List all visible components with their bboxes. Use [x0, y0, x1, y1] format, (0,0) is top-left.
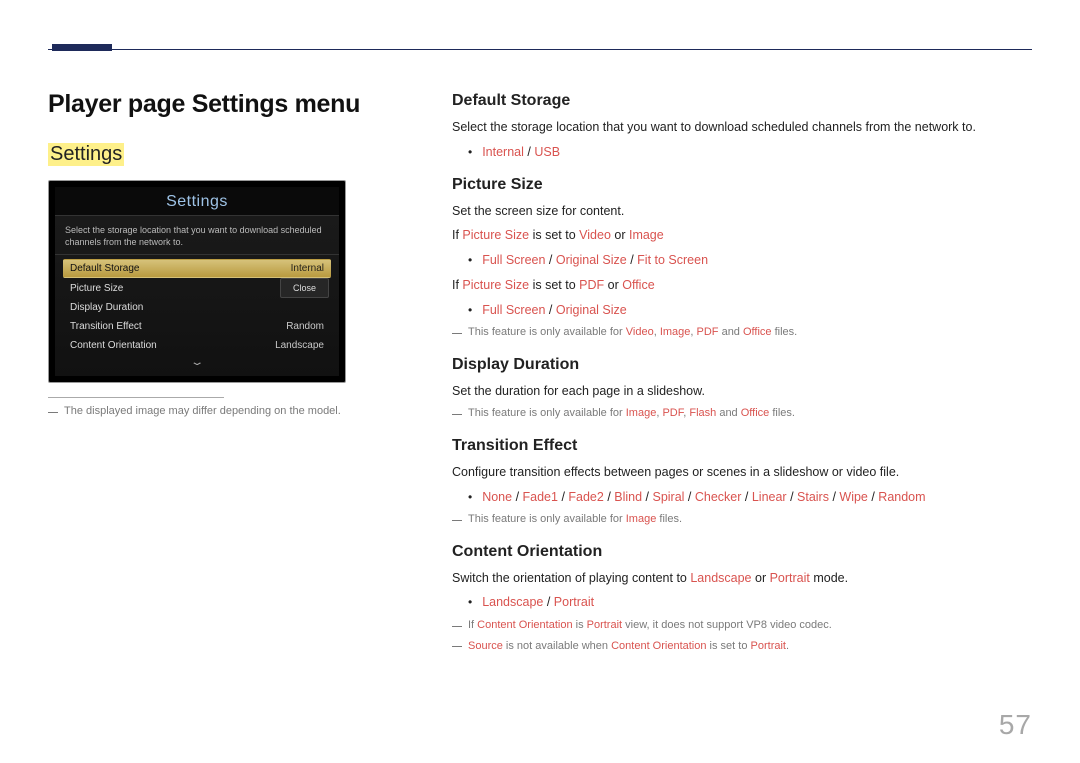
opt-landscape: Landscape: [482, 595, 543, 609]
heading-content-orientation: Content Orientation: [452, 543, 1032, 561]
tv-close-button: Close: [280, 278, 329, 298]
opt-fade1: Fade1: [523, 490, 558, 504]
tv-settings-title: Settings: [55, 187, 339, 215]
opt-original-size: Original Size: [556, 253, 627, 267]
tv-row-content-orientation: Content Orientation Landscape: [63, 336, 331, 355]
desc-picture-size: Set the screen size for content.: [452, 202, 1032, 221]
dash-icon: [452, 325, 462, 341]
note-transition-effect: This feature is only available for Image…: [452, 512, 1032, 528]
section-transition-effect: Transition Effect Configure transition e…: [452, 437, 1032, 529]
cond-picture-size-pdf-office: If Picture Size is set to PDF or Office: [452, 276, 1032, 295]
tv-row-label: Default Storage: [70, 263, 140, 274]
options-content-orientation: • Landscape / Portrait: [468, 593, 1032, 612]
heading-default-storage: Default Storage: [452, 92, 1032, 110]
opt-internal: Internal: [482, 145, 524, 159]
page-title: Player page Settings menu: [48, 90, 408, 119]
opt-linear: Linear: [752, 490, 787, 504]
opt-fade2: Fade2: [568, 490, 603, 504]
bullet-icon: •: [468, 593, 472, 612]
opt-spiral: Spiral: [652, 490, 684, 504]
opt-stairs: Stairs: [797, 490, 829, 504]
opt-none: None: [482, 490, 512, 504]
tv-row-value: Internal: [291, 263, 324, 274]
opt-wipe: Wipe: [839, 490, 867, 504]
opt-portrait: Portrait: [554, 595, 594, 609]
opt-original-size: Original Size: [556, 303, 627, 317]
dash-icon: [452, 406, 462, 422]
heading-transition-effect: Transition Effect: [452, 437, 1032, 455]
dash-icon: [48, 404, 58, 420]
tv-row-label: Display Duration: [70, 302, 143, 313]
options-transition-effect: • None / Fade1 / Fade2 / Blind / Spiral …: [468, 488, 1032, 507]
figure-disclaimer: The displayed image may differ depending…: [48, 404, 408, 420]
bullet-icon: •: [468, 251, 472, 270]
note-picture-size: This feature is only available for Video…: [452, 325, 1032, 341]
tv-row-value: Random: [286, 321, 324, 332]
opt-blind: Blind: [614, 490, 642, 504]
tv-row-picture-size: Picture Size: [63, 278, 280, 298]
left-column: Player page Settings menu Settings Setti…: [48, 90, 408, 669]
page-number: 57: [999, 709, 1032, 741]
screenshot-figure: Settings Select the storage location tha…: [48, 180, 346, 383]
tv-desc-line2: channels from the network to.: [65, 236, 329, 248]
tv-row-transition-effect: Transition Effect Random: [63, 317, 331, 336]
section-heading-highlighted: Settings: [48, 143, 124, 166]
section-default-storage: Default Storage Select the storage locat…: [452, 92, 1032, 162]
bullet-icon: •: [468, 143, 472, 162]
options-picture-size-1: • Full Screen / Original Size / Fit to S…: [468, 251, 1032, 270]
dash-icon: [452, 512, 462, 528]
section-content-orientation: Content Orientation Switch the orientati…: [452, 543, 1032, 655]
figure-note-rule: [48, 397, 224, 398]
right-column: Default Storage Select the storage locat…: [452, 90, 1032, 669]
desc-transition-effect: Configure transition effects between pag…: [452, 463, 1032, 482]
chevron-down-icon: ⌄: [189, 357, 204, 368]
opt-full-screen: Full Screen: [482, 303, 545, 317]
figure-disclaimer-text: The displayed image may differ depending…: [64, 404, 341, 419]
tv-scroll-down-indicator: ⌄: [63, 355, 331, 372]
tv-row-display-duration: Display Duration: [63, 298, 331, 317]
bullet-icon: •: [468, 301, 472, 320]
opt-full-screen: Full Screen: [482, 253, 545, 267]
section-picture-size: Picture Size Set the screen size for con…: [452, 176, 1032, 342]
section-display-duration: Display Duration Set the duration for ea…: [452, 356, 1032, 423]
note-content-orientation-2: Source is not available when Content Ori…: [452, 639, 1032, 655]
tv-row-label: Content Orientation: [70, 340, 157, 351]
note-display-duration: This feature is only available for Image…: [452, 406, 1032, 422]
cond-picture-size-video-image: If Picture Size is set to Video or Image: [452, 226, 1032, 245]
desc-content-orientation: Switch the orientation of playing conten…: [452, 569, 1032, 588]
desc-default-storage: Select the storage location that you wan…: [452, 118, 1032, 137]
opt-random: Random: [878, 490, 925, 504]
tv-row-label: Picture Size: [70, 283, 123, 294]
options-default-storage: • Internal / USB: [468, 143, 1032, 162]
opt-checker: Checker: [695, 490, 742, 504]
desc-display-duration: Set the duration for each page in a slid…: [452, 382, 1032, 401]
note-content-orientation-1: If Content Orientation is Portrait view,…: [452, 618, 1032, 634]
bullet-icon: •: [468, 488, 472, 507]
dash-icon: [452, 639, 462, 655]
tv-desc: Select the storage location that you wan…: [63, 222, 331, 254]
options-picture-size-2: • Full Screen / Original Size: [468, 301, 1032, 320]
header-rule: [48, 38, 1032, 52]
heading-display-duration: Display Duration: [452, 356, 1032, 374]
tv-desc-line1: Select the storage location that you wan…: [65, 224, 329, 236]
opt-fit-to-screen: Fit to Screen: [637, 253, 708, 267]
heading-picture-size: Picture Size: [452, 176, 1032, 194]
tv-row-label: Transition Effect: [70, 321, 142, 332]
tv-row-value: Landscape: [275, 340, 324, 351]
dash-icon: [452, 618, 462, 634]
tv-row-default-storage: Default Storage Internal: [63, 259, 331, 278]
opt-usb: USB: [534, 145, 560, 159]
